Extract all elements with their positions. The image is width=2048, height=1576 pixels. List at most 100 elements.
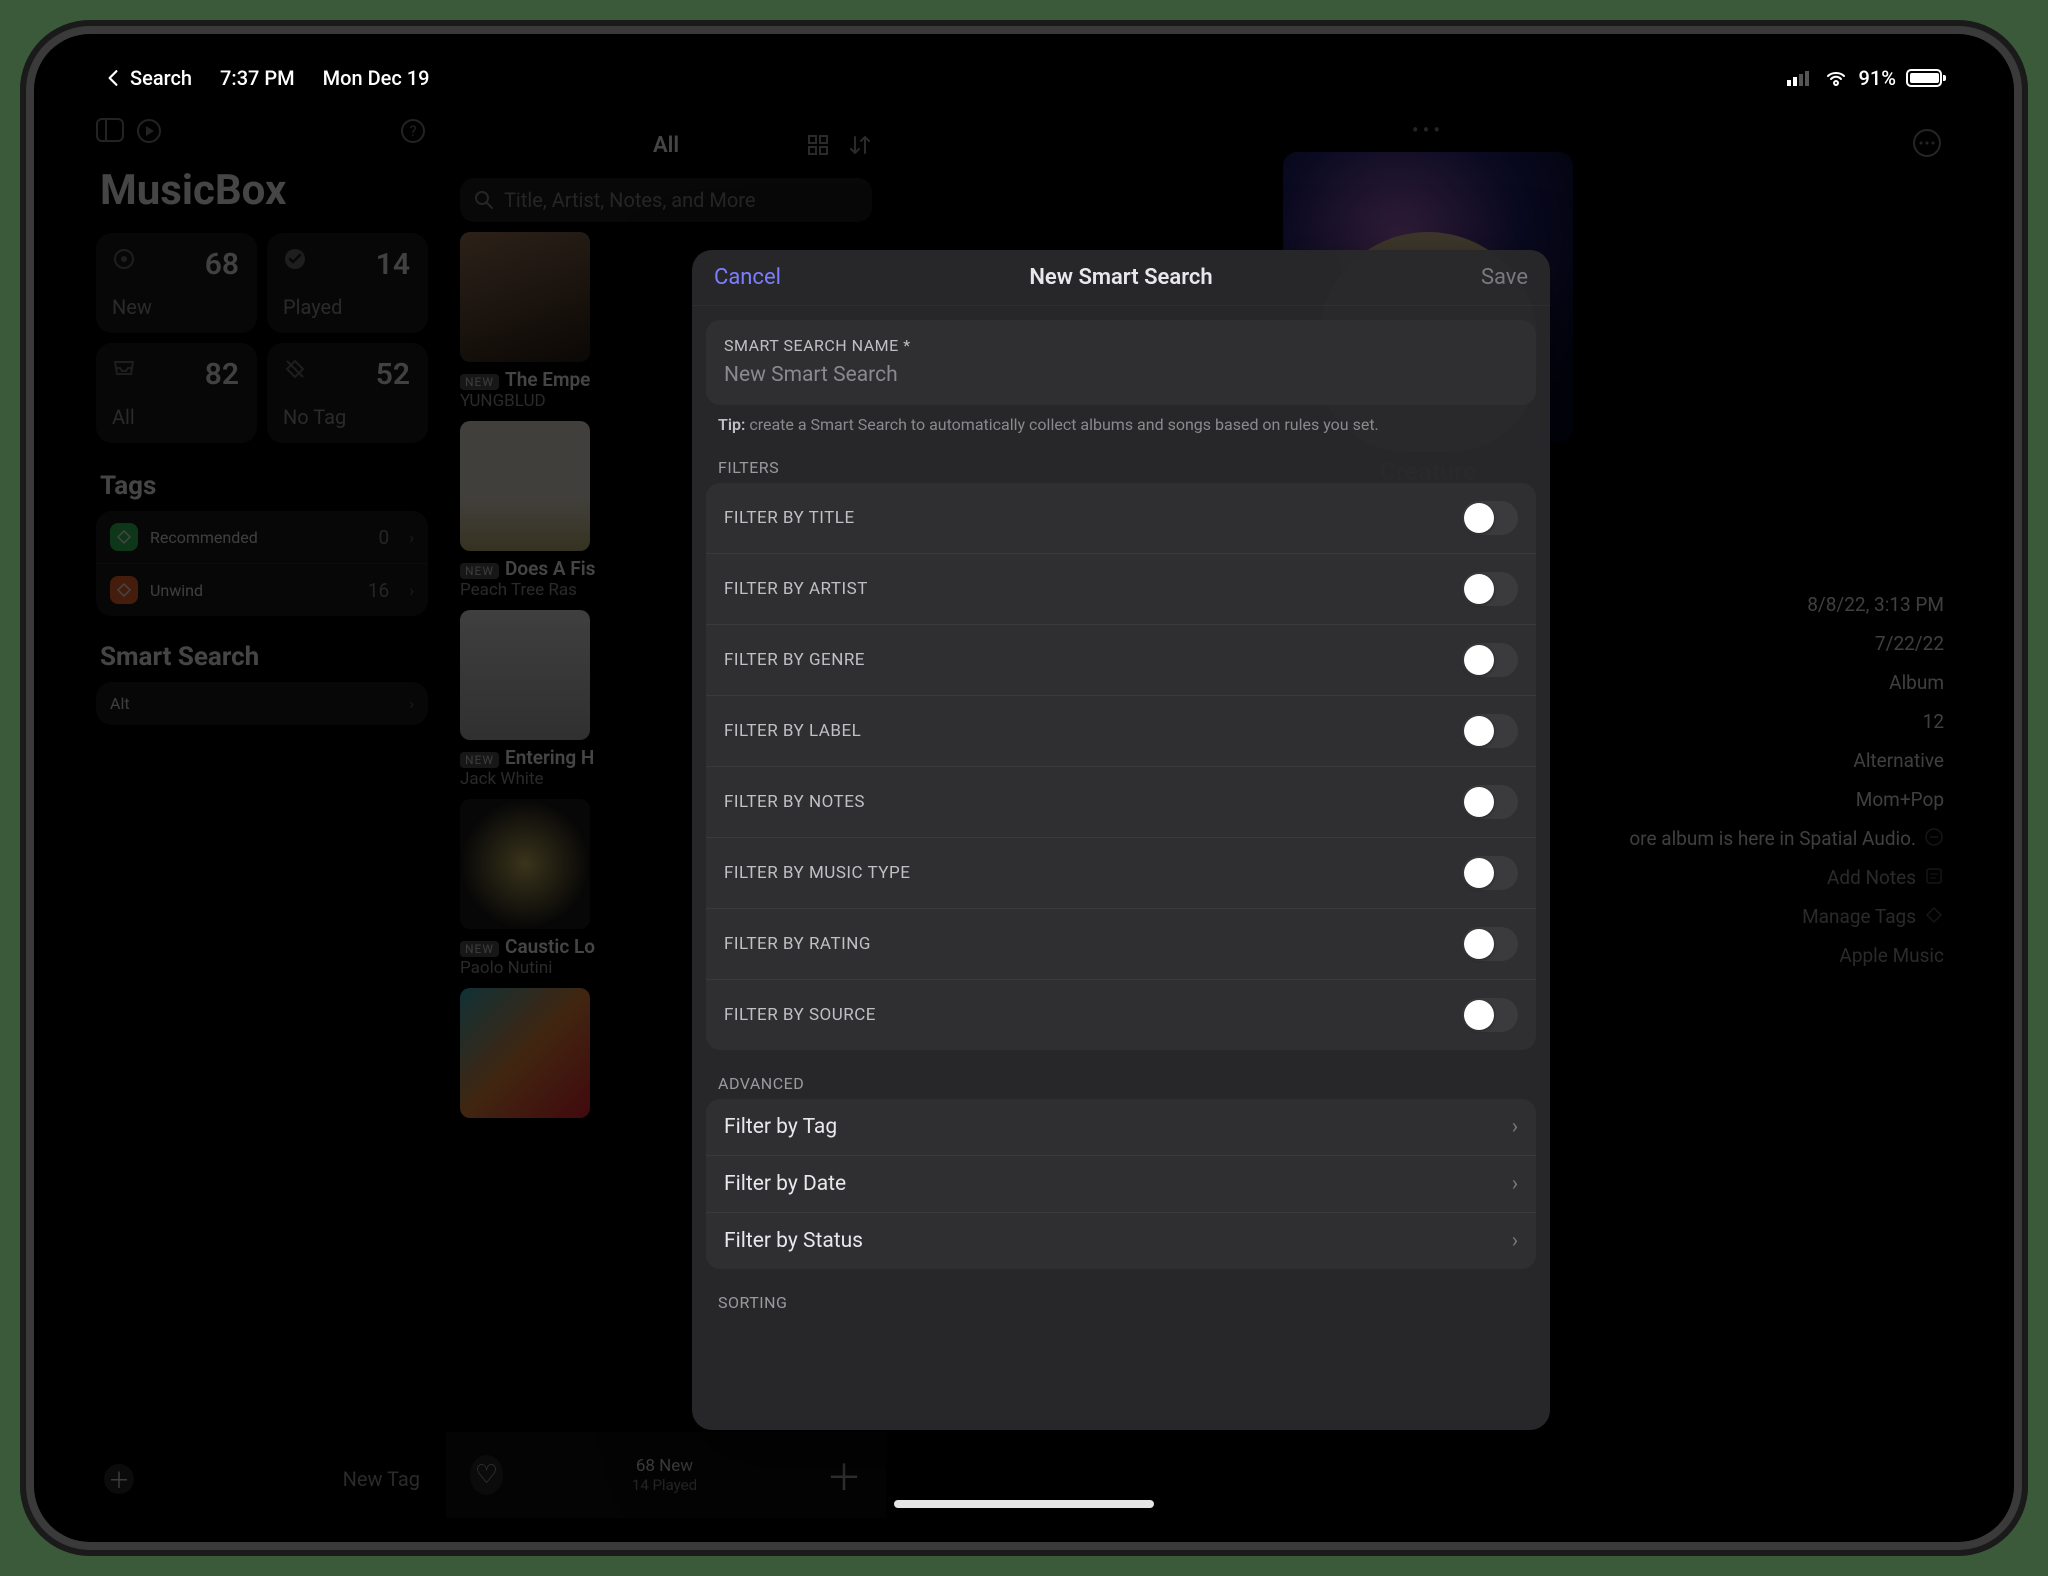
- drag-handle-icon[interactable]: •••: [910, 118, 1946, 142]
- stat-count: 82: [205, 357, 239, 392]
- name-field-placeholder: New Smart Search: [724, 363, 1518, 387]
- filter-label: FILTER BY NOTES: [724, 792, 865, 812]
- tag-count: 16: [368, 579, 389, 602]
- tip-text: Tip: create a Smart Search to automatica…: [706, 405, 1536, 434]
- filter-row: FILTER BY ARTIST: [706, 554, 1536, 625]
- tag-color-icon: [110, 576, 138, 604]
- search-input[interactable]: Title, Artist, Notes, and More: [460, 178, 872, 222]
- tray-icon: [112, 357, 136, 376]
- more-menu-icon[interactable]: [1912, 128, 1942, 158]
- stat-card-new[interactable]: 68 New: [96, 233, 257, 333]
- tag-row-unwind[interactable]: Unwind 16 ›: [96, 564, 428, 616]
- sidebar-toggle-icon[interactable]: [96, 118, 124, 146]
- filter-toggle[interactable]: [1462, 572, 1518, 606]
- stat-label: No Tag: [283, 405, 346, 429]
- help-icon[interactable]: ?: [400, 118, 428, 146]
- filter-row: FILTER BY TITLE: [706, 483, 1536, 554]
- smart-search-header: Smart Search: [100, 642, 424, 672]
- wifi-icon: [1823, 69, 1849, 87]
- filter-toggle[interactable]: [1462, 785, 1518, 819]
- album-title: Does A Fis: [505, 557, 595, 580]
- filter-label: FILTER BY SOURCE: [724, 1005, 876, 1025]
- stat-count: 68: [205, 247, 239, 282]
- add-album-button[interactable]: ＋: [826, 1455, 862, 1495]
- status-date: Mon Dec 19: [323, 66, 430, 90]
- stat-card-all[interactable]: 82 All: [96, 343, 257, 443]
- name-field-label: SMART SEARCH NAME *: [724, 336, 1518, 355]
- filter-label: FILTER BY RATING: [724, 934, 871, 954]
- filters-card: FILTER BY TITLE FILTER BY ARTIST FILTER BY…: [706, 483, 1536, 1050]
- filter-row: FILTER BY RATING: [706, 909, 1536, 980]
- filter-toggle[interactable]: [1462, 643, 1518, 677]
- stat-label: All: [112, 405, 135, 429]
- favorite-button[interactable]: ♡: [470, 1455, 503, 1495]
- filter-toggle[interactable]: [1462, 927, 1518, 961]
- new-tag-button[interactable]: New Tag: [343, 1467, 420, 1491]
- sorting-header: SORTING: [706, 1283, 1536, 1318]
- tag-count: 0: [379, 526, 390, 549]
- tag-label: Unwind: [150, 581, 203, 600]
- smart-search-list: Alt ›: [96, 682, 428, 725]
- chevron-right-icon: ›: [1512, 1115, 1518, 1139]
- advanced-label: Filter by Status: [724, 1229, 863, 1253]
- filter-label: FILTER BY TITLE: [724, 508, 855, 528]
- tag-label: Recommended: [150, 528, 258, 547]
- advanced-row[interactable]: Filter by Date›: [706, 1156, 1536, 1213]
- tag-row-recommended[interactable]: Recommended 0 ›: [96, 511, 428, 564]
- grid-view-icon[interactable]: [806, 133, 830, 157]
- bottom-toolbar: ♡ 68 New 14 Played ＋: [446, 1432, 886, 1518]
- filter-toggle[interactable]: [1462, 501, 1518, 535]
- filter-label: FILTER BY MUSIC TYPE: [724, 863, 910, 883]
- filter-row: FILTER BY NOTES: [706, 767, 1536, 838]
- app-title: MusicBox: [100, 166, 424, 215]
- save-button[interactable]: Save: [1481, 265, 1528, 290]
- battery-pct: 91%: [1859, 66, 1896, 90]
- new-smart-search-modal: Cancel New Smart Search Save SMART SEARC…: [692, 250, 1550, 1430]
- back-app-label[interactable]: Search: [130, 66, 192, 90]
- filter-toggle[interactable]: [1462, 998, 1518, 1032]
- filter-label: FILTER BY ARTIST: [724, 579, 868, 599]
- album-title: Caustic Lo: [505, 935, 595, 958]
- tags-list: Recommended 0 › Unwind 16 ›: [96, 511, 428, 616]
- search-placeholder: Title, Artist, Notes, and More: [504, 188, 755, 212]
- smart-search-item-alt[interactable]: Alt ›: [96, 682, 428, 725]
- tag-color-icon: [110, 523, 138, 551]
- advanced-label: Filter by Tag: [724, 1115, 837, 1139]
- tags-header: Tags: [100, 471, 424, 501]
- now-playing-icon[interactable]: [136, 118, 164, 146]
- smart-search-name-field[interactable]: SMART SEARCH NAME * New Smart Search: [706, 320, 1536, 405]
- stat-card-notag[interactable]: 52 No Tag: [267, 343, 428, 443]
- new-badge: NEW: [460, 752, 499, 768]
- home-indicator[interactable]: [894, 1500, 1154, 1508]
- battery-icon: [1906, 69, 1942, 87]
- filter-label: FILTER BY GENRE: [724, 650, 865, 670]
- advanced-row[interactable]: Filter by Tag ›: [706, 1099, 1536, 1156]
- chevron-right-icon: ›: [409, 694, 414, 713]
- filter-toggle[interactable]: [1462, 714, 1518, 748]
- new-badge: NEW: [460, 374, 499, 390]
- smart-search-label: Alt: [110, 694, 130, 713]
- filter-toggle[interactable]: [1462, 856, 1518, 890]
- advanced-row[interactable]: Filter by Status›: [706, 1213, 1536, 1269]
- svg-text:?: ?: [409, 122, 416, 140]
- new-badge: NEW: [460, 941, 499, 957]
- checkmark-icon: [283, 248, 307, 267]
- filters-header: FILTERS: [706, 448, 1536, 483]
- advanced-header: ADVANCED: [706, 1064, 1536, 1099]
- filter-row: FILTER BY MUSIC TYPE: [706, 838, 1536, 909]
- album-title: Entering H: [505, 746, 594, 769]
- cancel-button[interactable]: Cancel: [714, 265, 781, 290]
- advanced-label: Filter by Date: [724, 1172, 846, 1196]
- sort-icon[interactable]: [848, 133, 872, 157]
- filter-row: FILTER BY LABEL: [706, 696, 1536, 767]
- stat-count: 52: [376, 357, 410, 392]
- advanced-card: Filter by Tag›Filter by Date›Filter by S…: [706, 1099, 1536, 1269]
- filter-row: FILTER BY GENRE: [706, 625, 1536, 696]
- summary-played: 14 Played: [503, 1476, 826, 1494]
- add-button[interactable]: ＋: [104, 1464, 134, 1494]
- stat-label: Played: [283, 295, 342, 319]
- stat-card-played[interactable]: 14 Played: [267, 233, 428, 333]
- back-to-app-icon[interactable]: [106, 69, 120, 87]
- tab-all[interactable]: All: [653, 133, 679, 158]
- status-bar: Search 7:37 PM Mon Dec 19 91%: [78, 58, 1970, 98]
